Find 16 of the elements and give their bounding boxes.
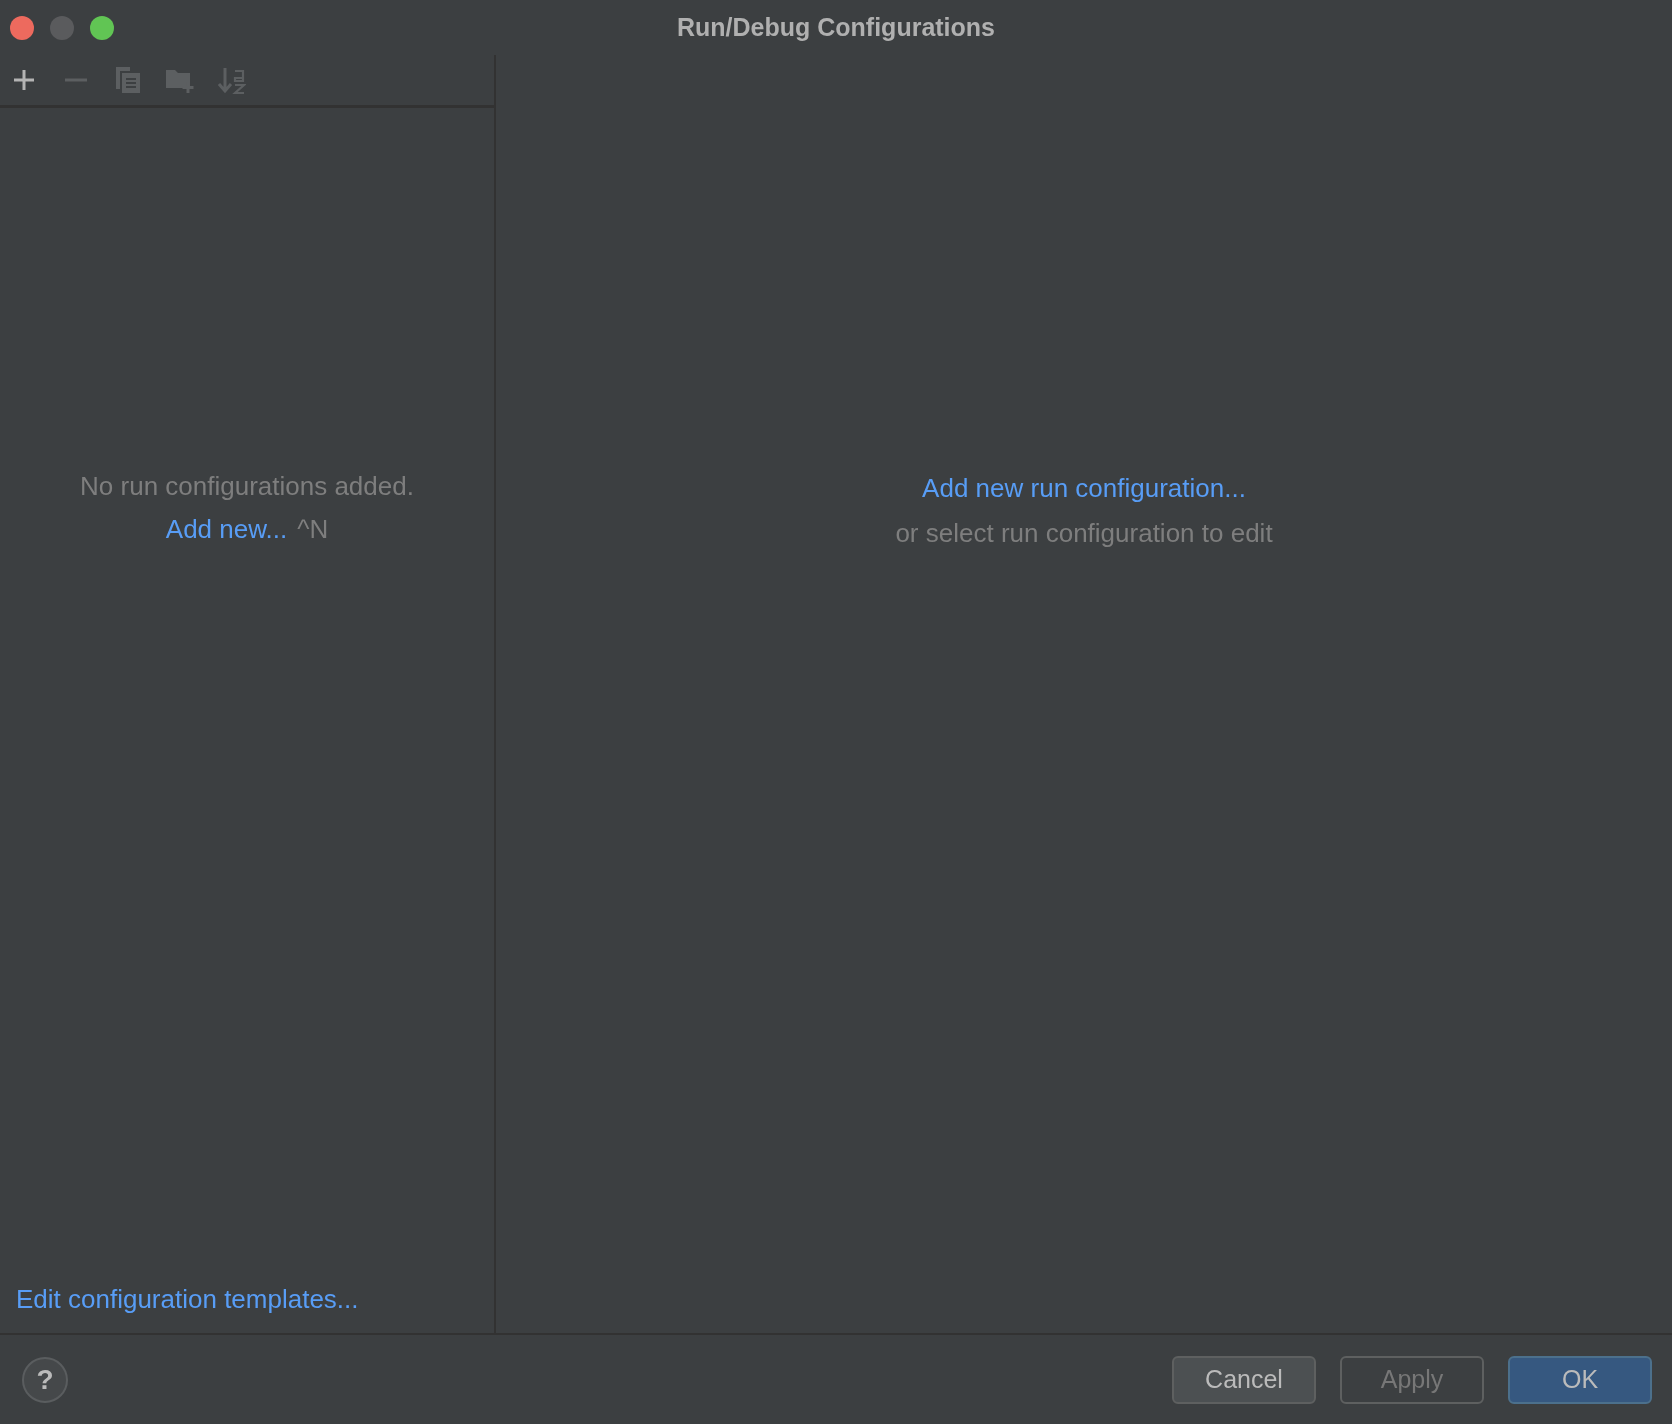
plus-icon — [13, 69, 35, 91]
shortcut-hint: ^N — [297, 513, 329, 545]
sort-icon — [218, 66, 246, 94]
cancel-button[interactable]: Cancel — [1172, 1355, 1316, 1404]
window-zoom-button[interactable] — [90, 15, 114, 40]
add-new-link[interactable]: Add new... — [165, 513, 288, 545]
ok-button[interactable]: OK — [1508, 1355, 1652, 1404]
select-configuration-hint: or select run configuration to edit — [895, 518, 1273, 549]
edit-templates-link[interactable]: Edit configuration templates... — [16, 1284, 359, 1314]
add-configuration-link[interactable]: Add new run configuration... — [922, 473, 1246, 504]
window-close-button[interactable] — [10, 15, 34, 40]
window-title: Run/Debug Configurations — [677, 13, 995, 41]
minus-icon — [65, 78, 87, 82]
empty-list-message: No run configurations added. — [80, 470, 414, 502]
help-button[interactable]: ? — [22, 1356, 68, 1403]
copy-icon — [115, 66, 141, 94]
